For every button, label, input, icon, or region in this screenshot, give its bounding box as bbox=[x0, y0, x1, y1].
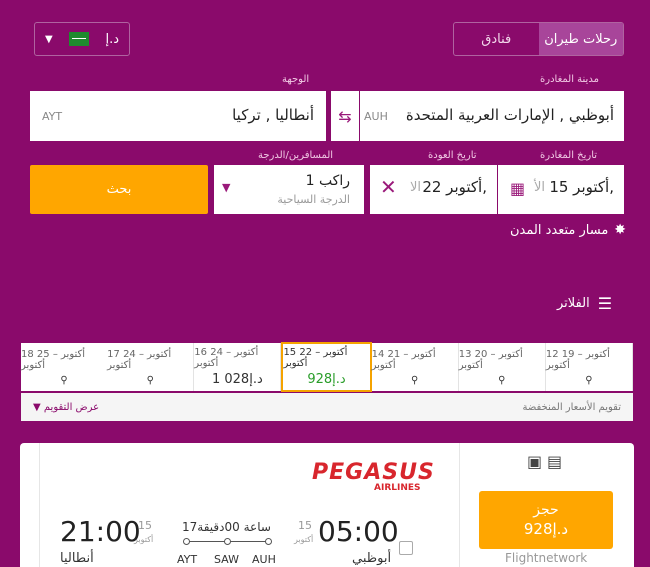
multi-city-label: مسار متعدد المدن bbox=[510, 222, 609, 238]
route-point bbox=[224, 538, 231, 545]
route-point bbox=[265, 538, 272, 545]
calendar-cell-selected[interactable]: 15 أكتوبر – 22 أكتوبر 928د.إ bbox=[281, 342, 372, 392]
departure-month: أكتوبر bbox=[294, 535, 314, 544]
sliders-icon: ☰ bbox=[597, 294, 613, 313]
search-icon: ⚲ bbox=[60, 374, 68, 386]
chevron-down-icon: ▼ bbox=[222, 181, 231, 194]
destination-field[interactable]: AYT أنطاليا , تركيا bbox=[30, 91, 326, 141]
airline-logo: PEGASUS bbox=[312, 460, 435, 485]
currency-label: د.إ bbox=[105, 31, 119, 47]
passengers-value: 1 راكب bbox=[305, 173, 350, 189]
return-date-field[interactable]: ✕ الا 22 أكتوبر, bbox=[370, 165, 497, 214]
destination-code: AYT bbox=[42, 110, 63, 123]
destination-label: الوجهة bbox=[282, 74, 310, 85]
baggage-icon: ▣ bbox=[527, 452, 543, 471]
search-icon: ⚲ bbox=[410, 374, 419, 386]
depart-date-hint: الأ bbox=[534, 180, 546, 195]
search-button[interactable]: بحث bbox=[30, 165, 208, 214]
route-point bbox=[183, 538, 190, 545]
depart-date-label: تاريخ المغادرة bbox=[540, 150, 598, 161]
stop-code: SAW bbox=[214, 553, 239, 566]
destination-value: أنطاليا , تركيا bbox=[232, 106, 314, 124]
search-icon: ⚲ bbox=[498, 374, 506, 386]
cell-price: 1 028د.إ bbox=[211, 372, 263, 387]
select-flight-checkbox[interactable] bbox=[399, 541, 413, 555]
cell-dates: 16 أكتوبر – 24 أكتوبر bbox=[194, 347, 259, 369]
arrival-time: 21:00 bbox=[60, 515, 141, 548]
calendar-footer-title: تقويم الأسعار المنخفضة bbox=[522, 401, 621, 413]
airline-logo-sub: AIRLINES bbox=[374, 483, 421, 493]
show-calendar-label: عرض التقويم bbox=[43, 401, 100, 413]
depart-date-value: 15 أكتوبر, bbox=[549, 178, 614, 196]
calendar-cell[interactable]: 13 أكتوبر – 20 أكتوبر ⚲ bbox=[459, 343, 546, 391]
stop-code: AUH bbox=[252, 553, 276, 566]
calendar-footer: ▼ عرض التقويم تقويم الأسعار المنخفضة bbox=[21, 393, 633, 421]
calendar-cell[interactable]: 18 أكتوبر – 25 أكتوبر ⚲ bbox=[21, 343, 107, 391]
cell-dates: 18 أكتوبر – 25 أكتوبر bbox=[21, 348, 86, 371]
book-price: 928د.إ bbox=[523, 520, 569, 538]
route-icon: ✸ bbox=[614, 222, 627, 238]
return-date-value: 22 أكتوبر, bbox=[422, 178, 487, 196]
cell-dates: 13 أكتوبر – 20 أكتوبر bbox=[458, 348, 523, 371]
search-icon: ⚲ bbox=[146, 374, 154, 386]
arrival-day: 15 bbox=[138, 519, 152, 532]
arrival-city: أنطاليا bbox=[60, 551, 94, 566]
cell-price: 928د.إ bbox=[307, 372, 346, 387]
origin-field[interactable]: AUH أبوظبي , الإمارات العربية المتحدة bbox=[360, 91, 624, 141]
book-label: حجز bbox=[533, 502, 559, 518]
cell-dates: 14 أكتوبر – 21 أكتوبر bbox=[371, 348, 436, 371]
tab-hotels[interactable]: فنادق bbox=[454, 23, 539, 55]
search-type-tabs: فنادق رحلات طيران bbox=[453, 22, 624, 56]
chevron-down-icon: ▼ bbox=[45, 33, 53, 45]
swap-icon[interactable]: ⇆ bbox=[331, 91, 359, 141]
stop-code: AYT bbox=[177, 553, 198, 566]
origin-label: مدينة المغادرة bbox=[540, 74, 599, 85]
multi-city-link[interactable]: مسار متعدد المدن ✸ bbox=[510, 222, 626, 238]
book-button[interactable]: حجز 928د.إ bbox=[479, 491, 613, 549]
filters-label: الفلاتر bbox=[557, 296, 590, 311]
show-calendar-link[interactable]: ▼ عرض التقويم bbox=[33, 402, 99, 413]
calendar-cell[interactable]: 12 أكتوبر – 19 أكتوبر ⚲ bbox=[546, 343, 633, 391]
tab-flights[interactable]: رحلات طيران bbox=[538, 23, 623, 55]
calendar-icon: ▦ bbox=[510, 179, 526, 198]
cell-dates: 15 أكتوبر – 22 أكتوبر bbox=[283, 347, 348, 369]
currency-selector[interactable]: ▼ د.إ bbox=[34, 22, 130, 56]
search-icon: ⚲ bbox=[585, 374, 593, 386]
flight-duration: 17ساعة 00دقيقة bbox=[182, 520, 271, 534]
arrival-month: أكتوبر bbox=[134, 535, 154, 544]
depart-date-field[interactable]: ▦ الأ 15 أكتوبر, bbox=[498, 165, 624, 214]
cell-dates: 12 أكتوبر – 19 أكتوبر bbox=[545, 348, 610, 371]
card-divider bbox=[459, 443, 460, 567]
filters-button[interactable]: الفلاتر ☰ bbox=[557, 294, 612, 313]
clear-return-icon[interactable]: ✕ bbox=[380, 175, 397, 199]
calendar-cell[interactable]: 14 أكتوبر – 21 أكتوبر ⚲ bbox=[372, 343, 459, 391]
return-date-hint: الا bbox=[410, 180, 422, 195]
passengers-field[interactable]: ▼ 1 راكب الدرجة السياحية bbox=[214, 165, 364, 214]
calendar-cell[interactable]: 17 أكتوبر – 24 أكتوبر ⚲ bbox=[107, 343, 195, 391]
cabin-class: الدرجة السياحية bbox=[277, 193, 350, 206]
briefcase-icon: ▤ bbox=[547, 452, 563, 471]
departure-day: 15 bbox=[298, 519, 312, 532]
saudi-flag-icon bbox=[69, 32, 90, 46]
origin-value: أبوظبي , الإمارات العربية المتحدة bbox=[405, 106, 614, 124]
origin-code: AUH bbox=[364, 110, 388, 123]
cell-dates: 17 أكتوبر – 24 أكتوبر bbox=[107, 348, 172, 371]
card-divider bbox=[39, 443, 40, 567]
return-date-label: تاريخ العودة bbox=[428, 150, 477, 161]
calendar-cell[interactable]: 16 أكتوبر – 24 أكتوبر 1 028د.إ bbox=[194, 343, 282, 391]
passengers-label: المسافرين/الدرجة bbox=[258, 150, 334, 161]
provider-name: Flightnetwork bbox=[505, 551, 588, 565]
departure-city: أبوظبي bbox=[352, 551, 392, 566]
departure-time: 05:00 bbox=[318, 515, 399, 548]
price-calendar: 12 أكتوبر – 19 أكتوبر ⚲ 13 أكتوبر – 20 أ… bbox=[21, 342, 633, 392]
